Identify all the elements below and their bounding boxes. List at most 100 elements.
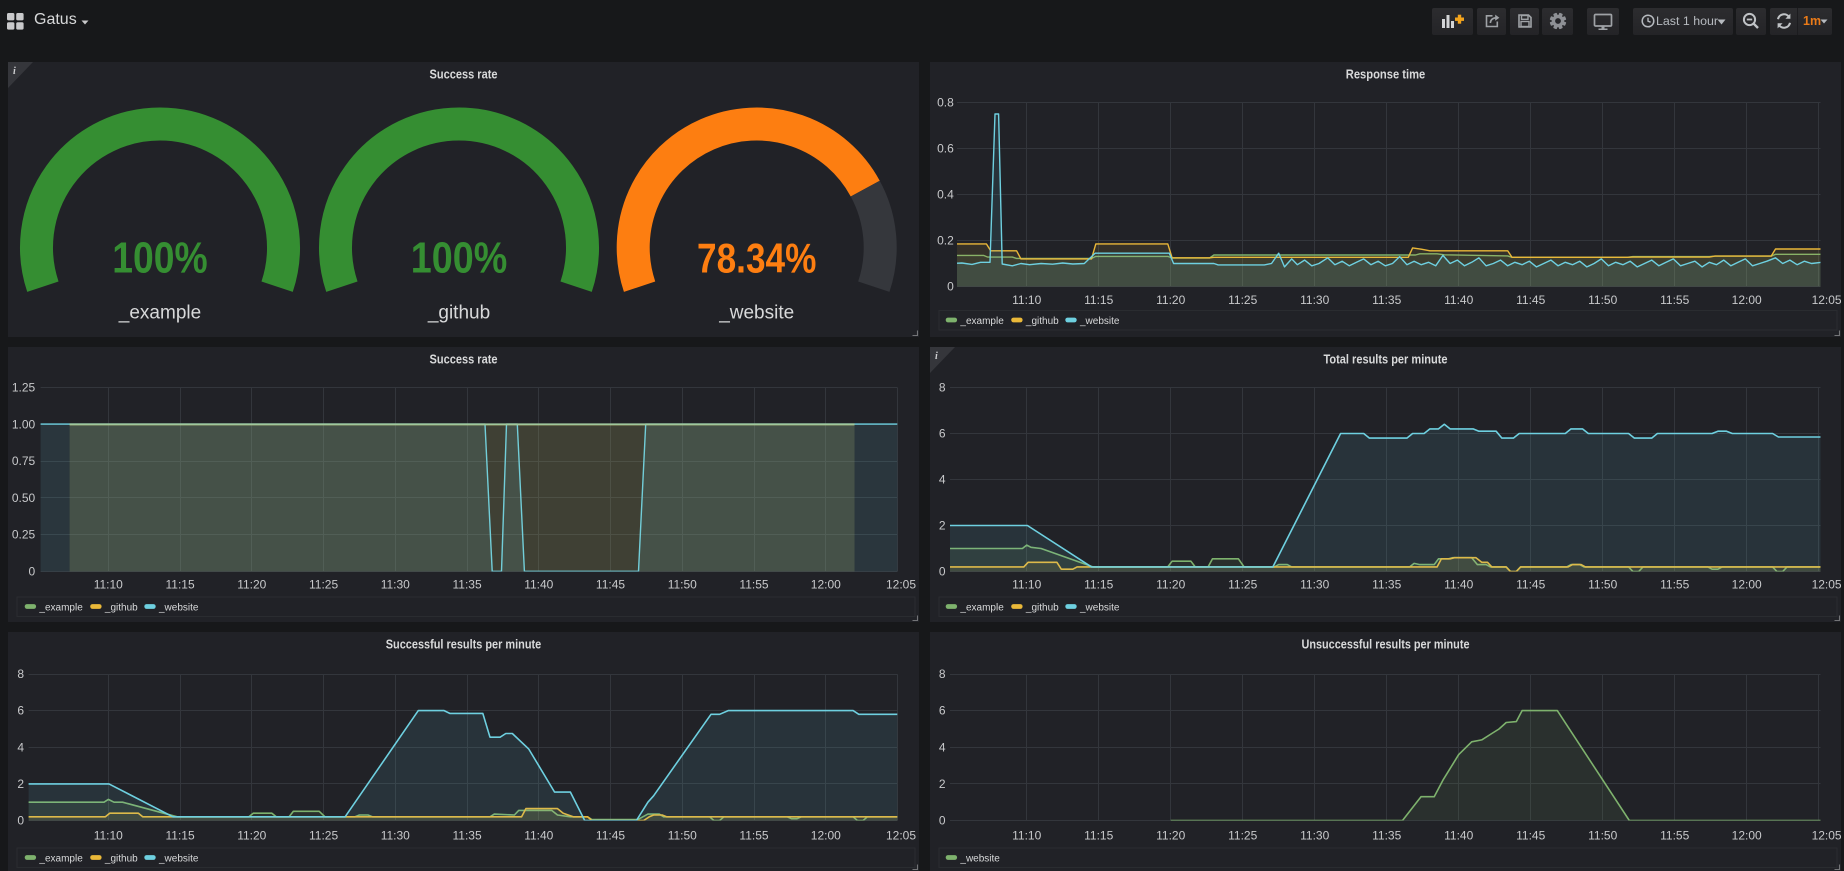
svg-text:i: i (935, 351, 938, 362)
svg-text:11:50: 11:50 (668, 578, 697, 592)
svg-text:11:30: 11:30 (381, 578, 410, 592)
svg-text:11:15: 11:15 (166, 578, 195, 592)
svg-text:11:15: 11:15 (166, 829, 195, 843)
svg-text:4: 4 (17, 740, 24, 754)
svg-text:0: 0 (939, 565, 946, 579)
svg-text:_example: _example (959, 602, 1004, 613)
svg-text:11:50: 11:50 (1588, 829, 1617, 843)
svg-text:11:25: 11:25 (1228, 578, 1257, 592)
svg-text:_website: _website (1079, 602, 1120, 613)
svg-text:11:30: 11:30 (1300, 578, 1329, 592)
svg-text:11:35: 11:35 (1372, 829, 1401, 843)
svg-text:11:35: 11:35 (453, 829, 482, 843)
svg-text:0: 0 (947, 280, 954, 294)
svg-text:11:15: 11:15 (1084, 578, 1113, 592)
svg-text:_github: _github (104, 853, 138, 864)
svg-text:Unsuccessful results per minut: Unsuccessful results per minute (1302, 637, 1470, 652)
svg-text:12:05: 12:05 (1812, 293, 1841, 307)
svg-text:1.25: 1.25 (12, 381, 36, 395)
svg-text:11:40: 11:40 (1444, 829, 1473, 843)
svg-text:100%: 100% (112, 234, 207, 283)
svg-text:6: 6 (17, 704, 24, 718)
svg-text:6: 6 (939, 704, 946, 718)
svg-text:11:20: 11:20 (1156, 829, 1185, 843)
svg-text:11:20: 11:20 (237, 829, 266, 843)
svg-text:11:25: 11:25 (309, 578, 338, 592)
svg-text:0.25: 0.25 (12, 528, 36, 542)
svg-text:_example: _example (38, 853, 83, 864)
svg-text:0: 0 (17, 814, 24, 828)
svg-text:_example: _example (38, 602, 83, 613)
svg-text:_github: _github (104, 602, 138, 613)
svg-text:11:10: 11:10 (94, 829, 123, 843)
svg-text:0.2: 0.2 (937, 234, 954, 248)
svg-text:_website: _website (158, 853, 199, 864)
svg-text:11:30: 11:30 (381, 829, 410, 843)
svg-text:11:10: 11:10 (94, 578, 123, 592)
svg-text:11:35: 11:35 (1372, 578, 1401, 592)
svg-text:2: 2 (939, 777, 946, 791)
svg-text:_github: _github (427, 303, 490, 324)
svg-text:_website: _website (718, 303, 794, 324)
svg-text:11:45: 11:45 (1516, 293, 1545, 307)
svg-text:11:20: 11:20 (1156, 293, 1185, 307)
svg-text:11:50: 11:50 (668, 829, 697, 843)
svg-text:0.4: 0.4 (937, 188, 954, 202)
svg-text:11:35: 11:35 (453, 578, 482, 592)
svg-text:11:30: 11:30 (1300, 829, 1329, 843)
svg-text:11:55: 11:55 (1660, 578, 1689, 592)
svg-text:11:45: 11:45 (1516, 578, 1545, 592)
svg-text:11:45: 11:45 (596, 578, 625, 592)
svg-text:11:55: 11:55 (739, 578, 768, 592)
svg-text:0.6: 0.6 (937, 141, 954, 155)
svg-text:11:55: 11:55 (739, 829, 768, 843)
svg-text:2: 2 (939, 519, 946, 533)
svg-text:Response time: Response time (1346, 67, 1426, 82)
svg-text:11:50: 11:50 (1588, 293, 1617, 307)
svg-text:12:05: 12:05 (1812, 578, 1841, 592)
svg-text:2: 2 (17, 777, 24, 791)
svg-text:78.34%: 78.34% (697, 235, 816, 282)
svg-text:8: 8 (939, 667, 946, 681)
svg-text:11:15: 11:15 (1084, 293, 1113, 307)
svg-text:8: 8 (17, 667, 24, 681)
svg-text:12:05: 12:05 (886, 829, 916, 843)
svg-text:11:20: 11:20 (237, 578, 266, 592)
svg-text:12:00: 12:00 (1732, 578, 1762, 592)
svg-text:11:15: 11:15 (1084, 829, 1113, 843)
svg-text:0: 0 (939, 814, 946, 828)
svg-text:i: i (13, 66, 16, 77)
svg-text:11:50: 11:50 (1588, 578, 1617, 592)
svg-text:11:55: 11:55 (1660, 829, 1689, 843)
svg-text:11:45: 11:45 (1516, 829, 1545, 843)
svg-text:100%: 100% (411, 234, 508, 283)
svg-text:0: 0 (29, 565, 36, 579)
svg-text:12:00: 12:00 (1732, 829, 1762, 843)
svg-text:12:00: 12:00 (811, 578, 841, 592)
svg-text:6: 6 (939, 427, 946, 441)
svg-text:12:05: 12:05 (1812, 829, 1841, 843)
svg-text:11:20: 11:20 (1156, 578, 1185, 592)
svg-text:11:25: 11:25 (1228, 293, 1257, 307)
svg-text:12:00: 12:00 (1732, 293, 1762, 307)
svg-text:11:10: 11:10 (1012, 293, 1041, 307)
svg-text:_website: _website (959, 853, 1000, 864)
svg-text:11:25: 11:25 (1228, 829, 1257, 843)
svg-text:11:35: 11:35 (1372, 293, 1401, 307)
svg-text:11:10: 11:10 (1012, 829, 1041, 843)
svg-text:_example: _example (959, 316, 1004, 327)
svg-text:8: 8 (939, 381, 946, 395)
svg-text:4: 4 (939, 740, 946, 754)
svg-text:_website: _website (1079, 316, 1120, 327)
svg-text:12:05: 12:05 (886, 578, 916, 592)
svg-text:11:40: 11:40 (1444, 578, 1473, 592)
svg-text:Successful results per minute: Successful results per minute (386, 637, 542, 652)
svg-text:1.00: 1.00 (12, 417, 36, 431)
svg-text:Success rate: Success rate (430, 67, 498, 82)
svg-text:11:40: 11:40 (524, 829, 553, 843)
svg-text:_github: _github (1025, 316, 1059, 327)
svg-text:12:00: 12:00 (811, 829, 841, 843)
svg-text:11:55: 11:55 (1660, 293, 1689, 307)
svg-text:0.50: 0.50 (12, 491, 36, 505)
svg-text:_example: _example (118, 303, 201, 324)
